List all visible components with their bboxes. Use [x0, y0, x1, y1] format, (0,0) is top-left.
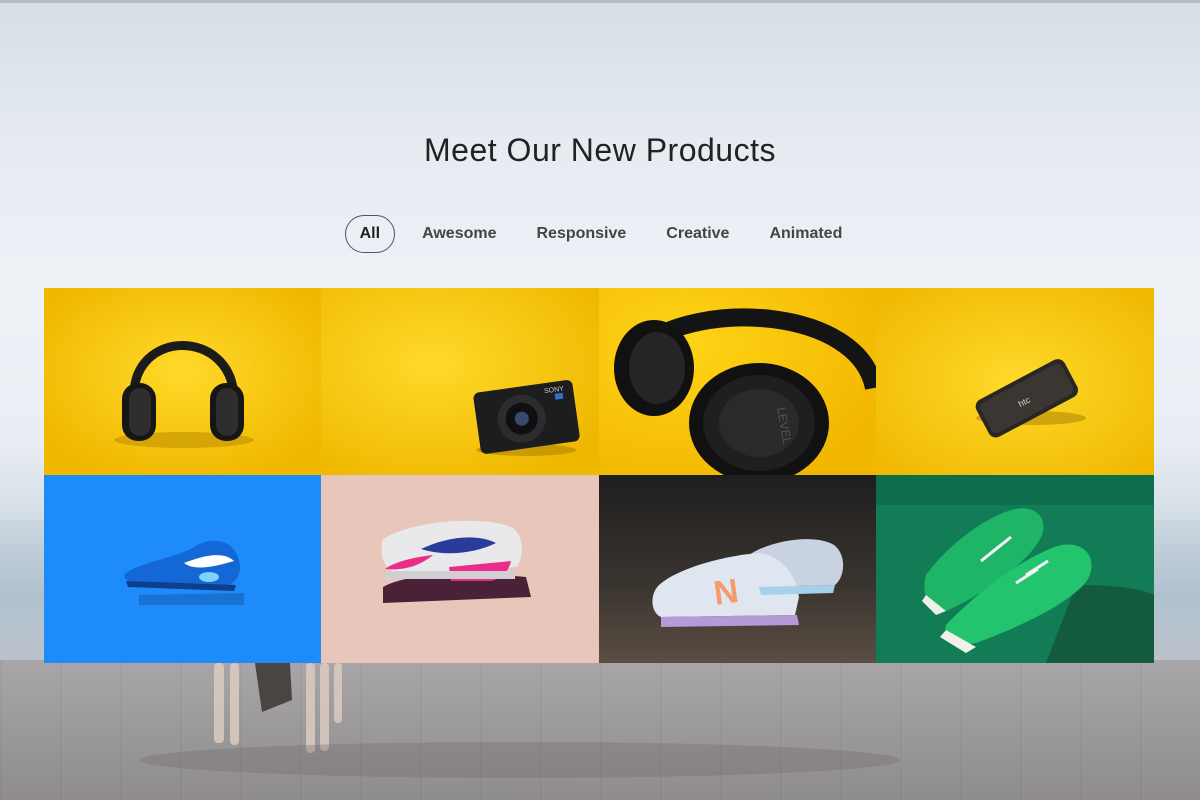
- filter-bar: All Awesome Responsive Creative Animated: [0, 215, 1200, 253]
- section-title: Meet Our New Products: [424, 132, 776, 168]
- camera-icon: SONY: [321, 288, 599, 475]
- product-tile-blue-sneaker[interactable]: [44, 475, 321, 663]
- background-deck: [0, 660, 1200, 800]
- top-border: [0, 0, 1200, 3]
- product-tile-headphones-closeup[interactable]: LEVEL: [599, 288, 876, 475]
- product-tile-green-sneakers[interactable]: [876, 475, 1154, 663]
- svg-text:N: N: [711, 572, 741, 613]
- product-grid: SONY LEVEL htc N: [44, 288, 1154, 663]
- sneaker-icon: [321, 475, 599, 663]
- headphones-icon: LEVEL: [599, 288, 876, 475]
- filter-awesome[interactable]: Awesome: [409, 215, 509, 253]
- product-tile-headphones[interactable]: [44, 288, 321, 475]
- smartphone-icon: htc: [876, 288, 1154, 475]
- product-tile-camera[interactable]: SONY: [321, 288, 599, 475]
- filter-all[interactable]: All: [344, 215, 396, 253]
- product-tile-new-balance[interactable]: N: [599, 475, 876, 663]
- sneaker-icon: N: [599, 475, 876, 663]
- sneaker-icon: [44, 475, 321, 663]
- headphones-icon: [44, 288, 321, 475]
- filter-creative[interactable]: Creative: [653, 215, 742, 253]
- product-tile-pink-sneaker[interactable]: [321, 475, 599, 663]
- product-tile-smartphone[interactable]: htc: [876, 288, 1154, 475]
- filter-responsive[interactable]: Responsive: [523, 215, 639, 253]
- sneaker-icon: [876, 475, 1154, 663]
- filter-animated[interactable]: Animated: [756, 215, 855, 253]
